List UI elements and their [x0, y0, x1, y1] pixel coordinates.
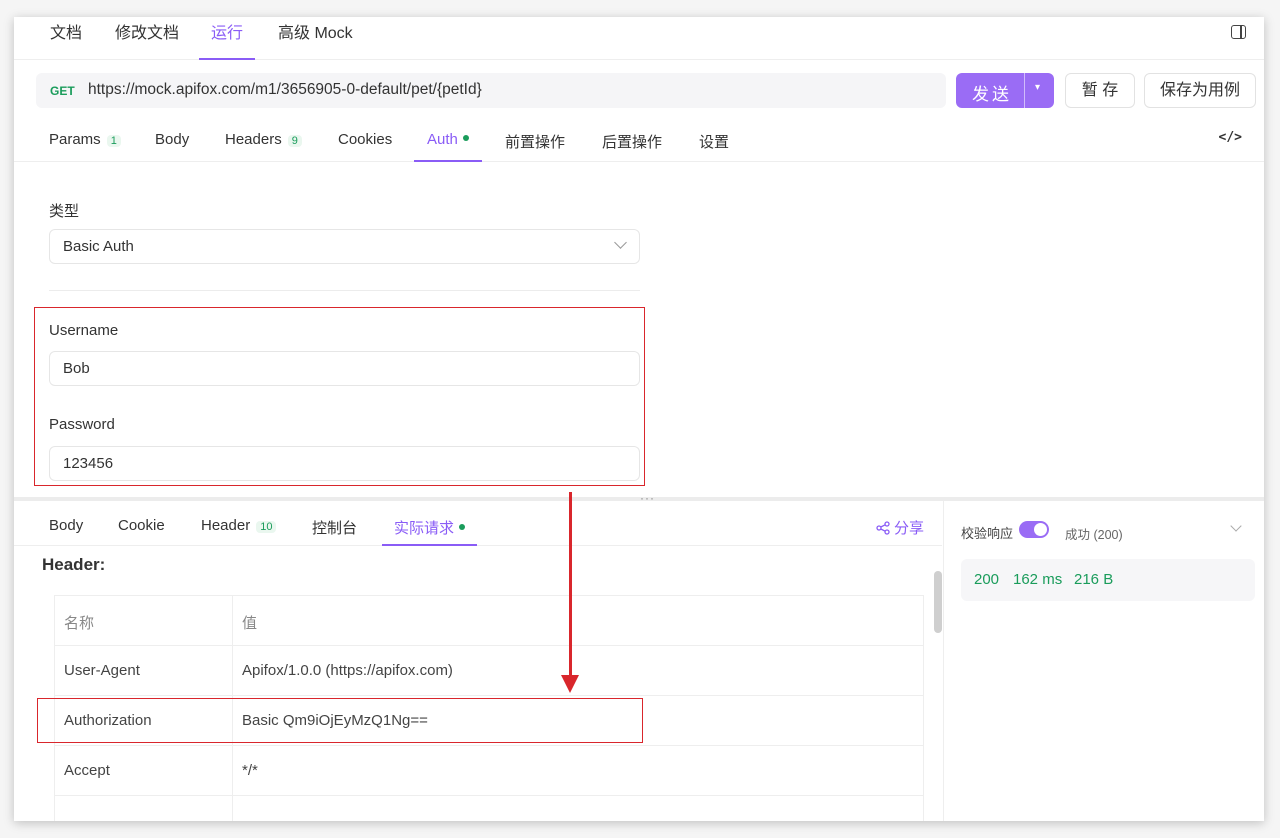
header-name-cell: [55, 796, 233, 821]
column-value-label: 值: [242, 615, 258, 632]
tab-advanced-mock[interactable]: 高级 Mock: [278, 25, 353, 60]
tab-params[interactable]: Params 1: [49, 131, 121, 162]
response-tab-bar: Body Cookie Header 10 控制台 实际请求: [14, 501, 942, 546]
header-section-title: Header:: [42, 555, 106, 574]
auth-type-value: Basic Auth: [63, 238, 134, 255]
params-count-badge: 1: [106, 135, 121, 147]
tab-docs[interactable]: 文档: [50, 25, 82, 60]
share-label: 分享: [894, 520, 925, 537]
tab-params-label: Params: [49, 131, 101, 148]
table-row: Accept */*: [55, 746, 923, 796]
tab-body[interactable]: Body: [155, 131, 189, 162]
code-icon[interactable]: </>: [1219, 130, 1242, 145]
table-row: [55, 796, 923, 821]
verify-response-toggle[interactable]: [1019, 521, 1049, 538]
tab-response-header[interactable]: Header 10: [201, 517, 277, 546]
verify-response-label: 校验响应: [961, 526, 1014, 541]
header-name: User-Agent: [64, 662, 140, 679]
tab-response-body[interactable]: Body: [49, 517, 83, 546]
tab-run[interactable]: 运行: [198, 25, 256, 60]
auth-type-label: 类型: [49, 203, 80, 220]
vertical-scrollbar[interactable]: [934, 571, 942, 633]
tab-response-cookie[interactable]: Cookie: [118, 517, 165, 546]
header-value-cell: */*: [233, 746, 923, 796]
request-tab-bar: Params 1 Body Headers 9 Cookies Auth 前置操作 …: [14, 117, 1264, 162]
actual-request-dot: [459, 524, 466, 531]
response-divider: [943, 501, 944, 821]
chevron-down-icon: [614, 236, 627, 249]
auth-type-select[interactable]: Basic Auth: [49, 229, 640, 264]
authorization-highlight-box: [37, 698, 643, 743]
share-button[interactable]: 分享: [876, 517, 924, 538]
send-split-divider: [1024, 73, 1025, 108]
send-button[interactable]: 发送 ▾: [956, 73, 1054, 108]
status-text: 成功 (200): [1065, 528, 1123, 542]
annotation-arrow-line: [569, 492, 572, 680]
url-bar[interactable]: GET https://mock.apifox.com/m1/3656905-0…: [36, 73, 946, 108]
top-tab-bar: 文档 修改文档 运行 高级 Mock: [14, 17, 1264, 60]
tab-settings[interactable]: 设置: [699, 131, 729, 162]
tab-console[interactable]: 控制台: [312, 517, 357, 546]
table-row: User-Agent Apifox/1.0.0 (https://apifox.…: [55, 646, 923, 696]
http-method[interactable]: GET: [50, 84, 75, 98]
tab-pre-processors[interactable]: 前置操作: [505, 131, 565, 162]
tab-actual-request[interactable]: 实际请求: [381, 517, 478, 546]
header-value: Apifox/1.0.0 (https://apifox.com): [242, 662, 453, 679]
annotation-arrow-head: [561, 675, 579, 693]
save-temp-button[interactable]: 暂 存: [1065, 73, 1135, 108]
column-name-label: 名称: [64, 615, 95, 632]
status-code: 200: [974, 571, 1000, 588]
response-header-count-badge: 10: [256, 521, 277, 533]
tab-headers[interactable]: Headers 9: [225, 131, 302, 162]
header-value: */*: [242, 762, 258, 779]
panel-toggle-icon[interactable]: [1231, 25, 1246, 39]
url-input[interactable]: https://mock.apifox.com/m1/3656905-0-def…: [88, 81, 482, 99]
header-name-cell: Accept: [55, 746, 233, 796]
headers-count-badge: 9: [287, 135, 302, 147]
save-as-case-button[interactable]: 保存为用例: [1144, 73, 1256, 108]
column-name-header: 名称: [55, 596, 233, 646]
credentials-highlight-box: [34, 307, 645, 486]
response-metrics: 200 162 ms 216 B: [961, 559, 1255, 601]
header-name: Accept: [64, 762, 110, 779]
tab-auth[interactable]: Auth: [414, 131, 482, 162]
auth-active-dot: [462, 135, 469, 142]
tab-auth-label: Auth: [427, 131, 458, 148]
tab-headers-label: Headers: [225, 131, 282, 148]
tab-cookies[interactable]: Cookies: [338, 131, 392, 162]
tab-actual-request-label: 实际请求: [394, 520, 455, 537]
chevron-down-icon[interactable]: [1230, 520, 1242, 532]
header-value-cell: [233, 796, 923, 821]
tab-post-processors[interactable]: 后置操作: [602, 131, 662, 162]
column-value-header: 值: [233, 596, 923, 646]
response-time: 162 ms: [1013, 571, 1063, 588]
chevron-down-icon[interactable]: ▾: [1035, 82, 1040, 93]
divider: [49, 290, 640, 291]
api-run-window: 文档 修改文档 运行 高级 Mock GET https://mock.apif…: [14, 17, 1264, 821]
share-icon: [876, 521, 890, 535]
send-label: 发送: [972, 85, 1012, 104]
table-header-row: 名称 值: [55, 596, 923, 646]
response-size: 216 B: [1074, 571, 1114, 588]
header-name-cell: User-Agent: [55, 646, 233, 696]
tab-response-header-label: Header: [201, 517, 251, 534]
tab-edit-docs[interactable]: 修改文档: [115, 25, 179, 60]
